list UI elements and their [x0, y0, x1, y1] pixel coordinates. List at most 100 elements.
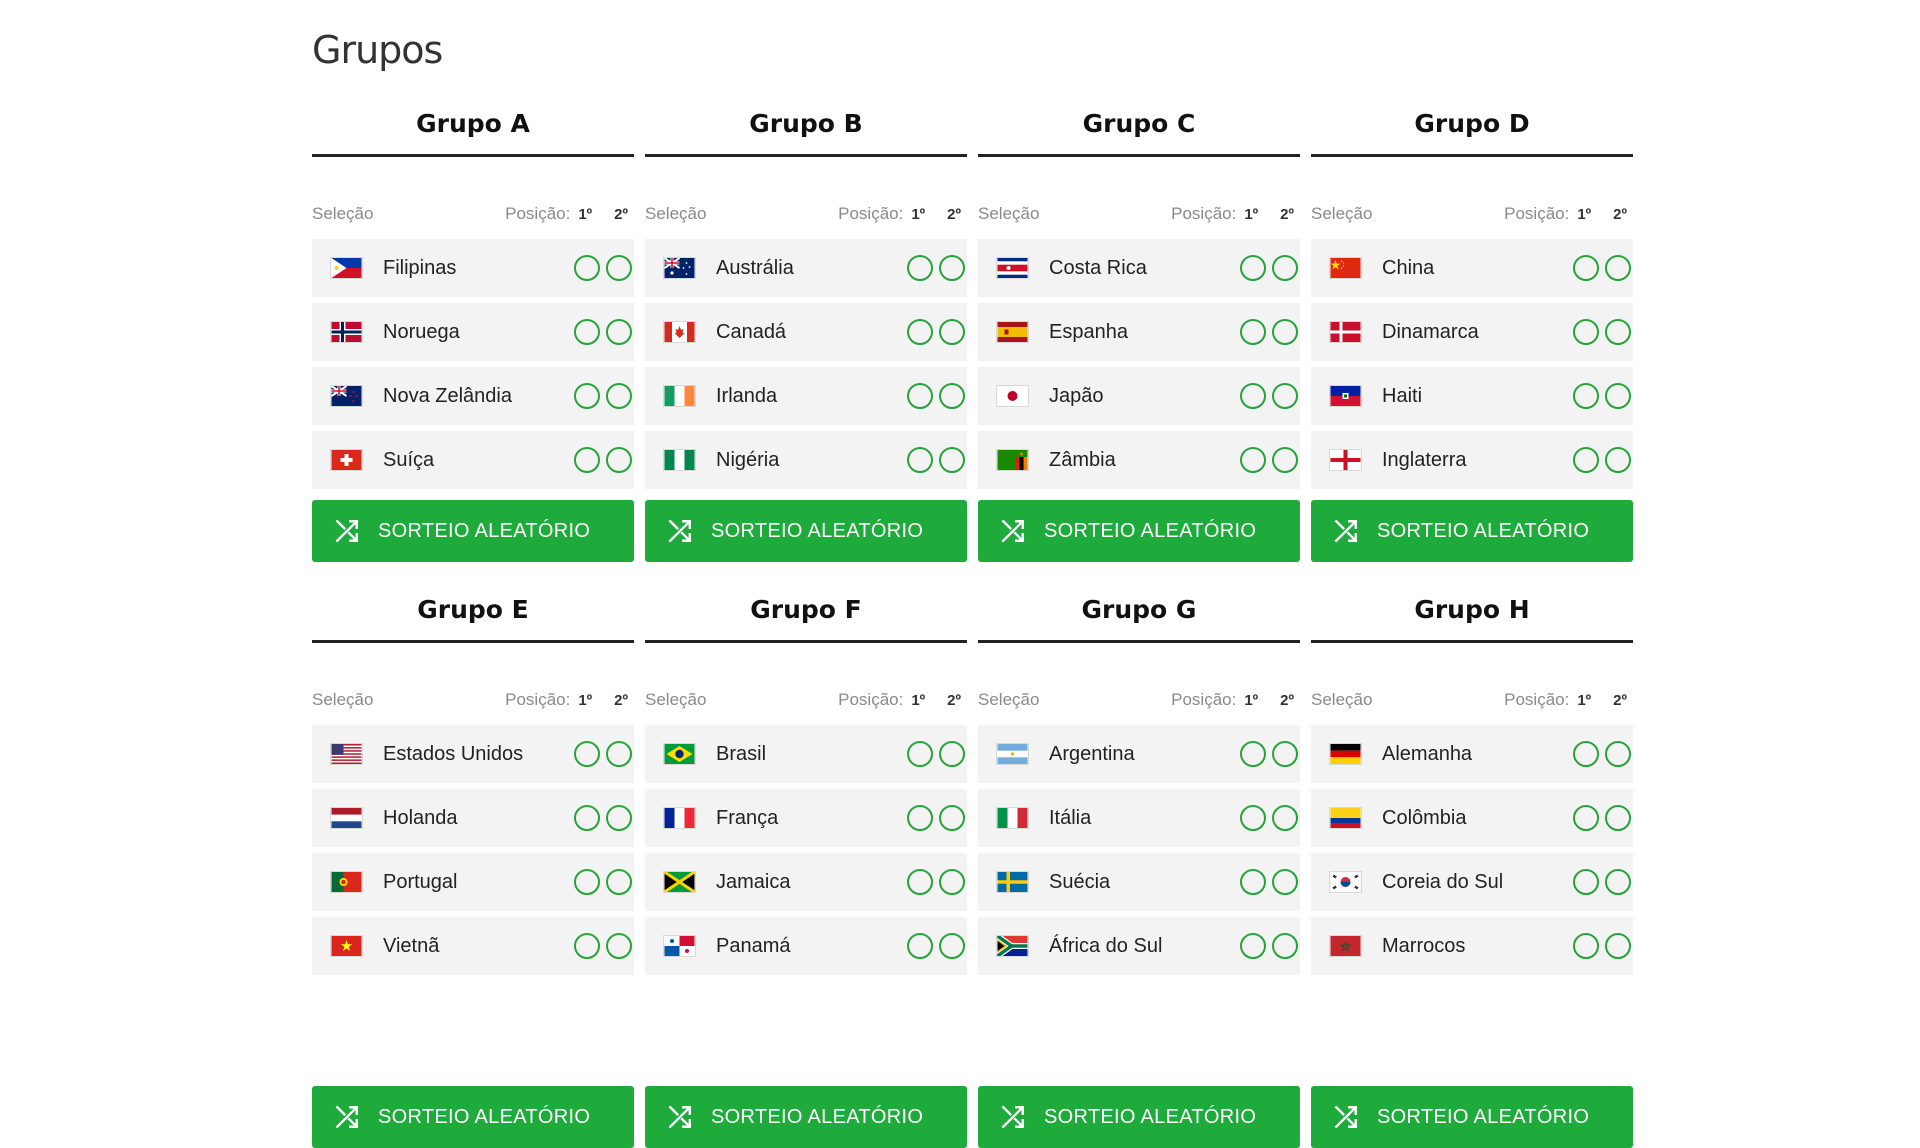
second-place-label: 2º	[614, 205, 628, 223]
random-draw-button[interactable]: SORTEIO ALEATÓRIO	[978, 1086, 1300, 1148]
first-place-radio[interactable]	[1573, 319, 1599, 345]
first-place-radio[interactable]	[574, 741, 600, 767]
first-place-radio[interactable]	[1240, 869, 1266, 895]
group-a: Grupo A Seleção Posição: 1º 2º Filipinas	[312, 103, 634, 562]
second-place-radio[interactable]	[1605, 741, 1631, 767]
second-place-radio[interactable]	[939, 383, 965, 409]
random-draw-button[interactable]: SORTEIO ALEATÓRIO	[312, 500, 634, 562]
first-place-radio[interactable]	[907, 447, 933, 473]
second-place-radio[interactable]	[939, 805, 965, 831]
second-place-radio[interactable]	[1272, 447, 1298, 473]
second-place-radio[interactable]	[606, 319, 632, 345]
team-name: Nova Zelândia	[383, 384, 512, 407]
team-name: Estados Unidos	[383, 742, 524, 765]
second-place-radio[interactable]	[939, 447, 965, 473]
second-place-radio[interactable]	[1272, 319, 1298, 345]
first-place-radio[interactable]	[574, 805, 600, 831]
random-draw-button[interactable]: SORTEIO ALEATÓRIO	[312, 1086, 634, 1148]
first-place-radio[interactable]	[574, 319, 600, 345]
position-radios	[1240, 255, 1298, 281]
second-place-radio[interactable]	[1605, 447, 1631, 473]
random-draw-button[interactable]: SORTEIO ALEATÓRIO	[645, 500, 967, 562]
first-place-radio[interactable]	[907, 869, 933, 895]
second-place-radio[interactable]	[1272, 255, 1298, 281]
team-name: China	[1382, 256, 1435, 279]
first-place-radio[interactable]	[1240, 805, 1266, 831]
second-place-radio[interactable]	[1272, 805, 1298, 831]
first-place-label: 1º	[578, 205, 593, 223]
first-place-radio[interactable]	[907, 741, 933, 767]
first-place-radio[interactable]	[574, 933, 600, 959]
first-place-radio[interactable]	[1573, 869, 1599, 895]
group-header: Grupo F	[645, 589, 967, 643]
second-place-radio[interactable]	[606, 447, 632, 473]
second-place-radio[interactable]	[1272, 869, 1298, 895]
team-name: Holanda	[383, 806, 458, 829]
team-name: Japão	[1049, 384, 1104, 407]
group-e: Grupo E Seleção Posição: 1º 2º Estados U…	[312, 589, 634, 1148]
first-place-radio[interactable]	[907, 805, 933, 831]
first-place-radio[interactable]	[574, 383, 600, 409]
group-header: Grupo C	[978, 103, 1300, 157]
second-place-radio[interactable]	[1272, 383, 1298, 409]
second-place-radio[interactable]	[606, 933, 632, 959]
first-place-radio[interactable]	[1240, 255, 1266, 281]
second-place-radio[interactable]	[606, 869, 632, 895]
first-place-radio[interactable]	[907, 933, 933, 959]
position-radios	[1573, 319, 1631, 345]
second-place-radio[interactable]	[606, 255, 632, 281]
second-place-radio[interactable]	[606, 805, 632, 831]
second-place-radio[interactable]	[1605, 319, 1631, 345]
first-place-radio[interactable]	[1240, 933, 1266, 959]
first-place-radio[interactable]	[1240, 447, 1266, 473]
second-place-radio[interactable]	[939, 741, 965, 767]
team-row-italia: Itália	[978, 789, 1300, 847]
first-place-radio[interactable]	[1573, 383, 1599, 409]
first-place-radio[interactable]	[1240, 319, 1266, 345]
south-korea-flag-icon	[1329, 871, 1362, 893]
groups-grid: Grupo A Seleção Posição: 1º 2º Filipinas	[312, 103, 1633, 1148]
first-place-radio[interactable]	[1240, 741, 1266, 767]
random-draw-button[interactable]: SORTEIO ALEATÓRIO	[645, 1086, 967, 1148]
first-place-radio[interactable]	[1573, 805, 1599, 831]
team-name: Suíça	[383, 448, 435, 471]
team-name: Marrocos	[1382, 934, 1466, 957]
second-place-radio[interactable]	[939, 933, 965, 959]
second-place-radio[interactable]	[939, 869, 965, 895]
second-place-radio[interactable]	[1605, 933, 1631, 959]
first-place-radio[interactable]	[574, 255, 600, 281]
first-place-radio[interactable]	[907, 255, 933, 281]
second-place-radio[interactable]	[1272, 933, 1298, 959]
second-place-radio[interactable]	[1605, 255, 1631, 281]
brazil-flag-icon	[663, 743, 696, 765]
page-title: Grupos	[312, 28, 443, 72]
team-name: Itália	[1049, 806, 1092, 829]
second-place-radio[interactable]	[1605, 869, 1631, 895]
first-place-radio[interactable]	[1573, 741, 1599, 767]
first-place-radio[interactable]	[907, 319, 933, 345]
first-place-radio[interactable]	[907, 383, 933, 409]
first-place-radio[interactable]	[1573, 933, 1599, 959]
first-place-radio[interactable]	[1240, 383, 1266, 409]
norway-flag-icon	[330, 321, 363, 343]
group-header: Grupo H	[1311, 589, 1633, 643]
australia-flag-icon	[663, 257, 696, 279]
first-place-radio[interactable]	[1573, 447, 1599, 473]
second-place-radio[interactable]	[939, 255, 965, 281]
second-place-radio[interactable]	[606, 383, 632, 409]
second-place-radio[interactable]	[1605, 383, 1631, 409]
first-place-radio[interactable]	[574, 869, 600, 895]
random-draw-button[interactable]: SORTEIO ALEATÓRIO	[1311, 1086, 1633, 1148]
team-row-canada: Canadá	[645, 303, 967, 361]
team-list: Austrália Canadá Irlanda Nigéria	[645, 239, 967, 489]
first-place-radio[interactable]	[574, 447, 600, 473]
second-place-radio[interactable]	[1272, 741, 1298, 767]
second-place-radio[interactable]	[606, 741, 632, 767]
shuffle-icon	[645, 518, 693, 544]
second-place-radio[interactable]	[939, 319, 965, 345]
random-draw-button[interactable]: SORTEIO ALEATÓRIO	[978, 500, 1300, 562]
random-draw-button[interactable]: SORTEIO ALEATÓRIO	[1311, 500, 1633, 562]
second-place-radio[interactable]	[1605, 805, 1631, 831]
team-row-alemanha: Alemanha	[1311, 725, 1633, 783]
first-place-radio[interactable]	[1573, 255, 1599, 281]
